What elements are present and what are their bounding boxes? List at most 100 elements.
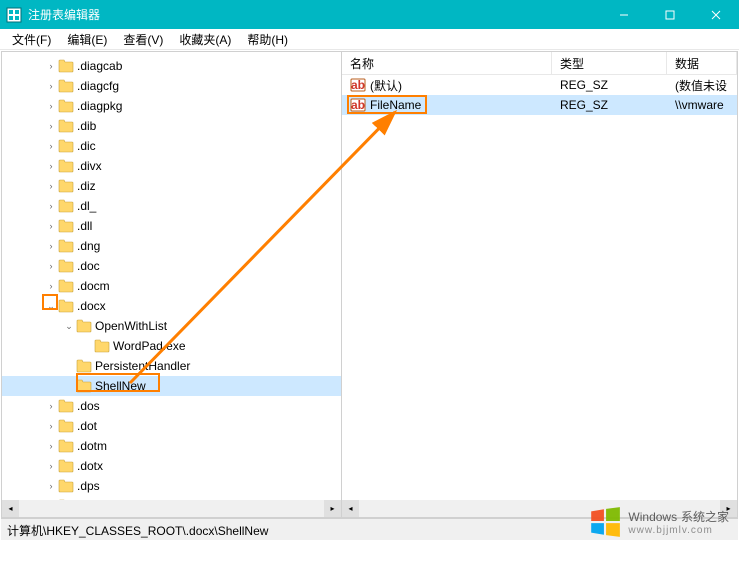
tree-item-label: .dot: [77, 419, 103, 433]
col-header-name[interactable]: 名称: [342, 52, 552, 74]
tree-item-label: .diagcab: [77, 59, 128, 73]
chevron-right-icon[interactable]: ›: [44, 399, 58, 413]
cell-data: \\vmware: [667, 98, 737, 112]
chevron-right-icon[interactable]: ›: [44, 219, 58, 233]
tree-item[interactable]: ShellNew: [2, 376, 341, 396]
list-hscrollbar[interactable]: ◂ ▸: [342, 500, 737, 517]
minimize-button[interactable]: [601, 0, 647, 29]
list-row[interactable]: ab(默认)REG_SZ(数值未设: [342, 75, 737, 95]
tree-item[interactable]: › .diagcfg: [2, 76, 341, 96]
menu-edit[interactable]: 编辑(E): [59, 29, 115, 50]
app-icon: [6, 7, 22, 23]
tree-item[interactable]: › .diagcab: [2, 56, 341, 76]
tree-item-label: .diagcfg: [77, 79, 125, 93]
scroll-right-icon[interactable]: ▸: [720, 500, 737, 517]
menu-view[interactable]: 查看(V): [115, 29, 171, 50]
menu-favorites[interactable]: 收藏夹(A): [171, 29, 239, 50]
status-path: 计算机\HKEY_CLASSES_ROOT\.docx\ShellNew: [7, 524, 268, 538]
chevron-right-icon[interactable]: ›: [44, 139, 58, 153]
chevron-right-icon[interactable]: ›: [44, 259, 58, 273]
tree-item-label: .dos: [77, 399, 106, 413]
tree-item[interactable]: › .dot: [2, 416, 341, 436]
list-panel[interactable]: 名称 类型 数据 ab(默认)REG_SZ(数值未设abFileNameREG_…: [342, 52, 737, 517]
tree-item-label: OpenWithList: [95, 319, 173, 333]
tree-item[interactable]: › .dib: [2, 116, 341, 136]
tree-item-label: PersistentHandler: [95, 359, 196, 373]
chevron-right-icon[interactable]: ›: [44, 99, 58, 113]
cell-name: ab(默认): [342, 77, 552, 94]
tree-item[interactable]: ⌄ .docx: [2, 296, 341, 316]
tree-item-label: .diagpkg: [77, 99, 128, 113]
tree-panel[interactable]: ›.diagcab›.diagcfg›.diagpkg›.dib›.dic›.d…: [2, 52, 342, 517]
tree-item[interactable]: PersistentHandler: [2, 356, 341, 376]
tree-item[interactable]: › .dotx: [2, 456, 341, 476]
svg-text:ab: ab: [351, 78, 365, 92]
tree-item[interactable]: › .dps: [2, 476, 341, 496]
tree-item-label: .docx: [77, 299, 112, 313]
chevron-right-icon[interactable]: ›: [44, 179, 58, 193]
chevron-right-icon[interactable]: ›: [44, 239, 58, 253]
tree-item[interactable]: › .dng: [2, 236, 341, 256]
tree-item[interactable]: ⌄ OpenWithList: [2, 316, 341, 336]
chevron-right-icon[interactable]: ›: [44, 279, 58, 293]
cell-name: abFileName: [342, 97, 552, 113]
tree-item[interactable]: › .diagpkg: [2, 96, 341, 116]
tree-item[interactable]: ›.dll: [2, 216, 341, 236]
tree-item-label: .doc: [77, 259, 106, 273]
col-header-type[interactable]: 类型: [552, 52, 667, 74]
close-button[interactable]: [693, 0, 739, 29]
main-split: ›.diagcab›.diagcfg›.diagpkg›.dib›.dic›.d…: [1, 51, 738, 518]
scroll-left-icon[interactable]: ◂: [2, 500, 19, 517]
tree-item-label: .docm: [77, 279, 116, 293]
window-title: 注册表编辑器: [28, 6, 601, 23]
menu-file[interactable]: 文件(F): [4, 29, 59, 50]
menubar: 文件(F) 编辑(E) 查看(V) 收藏夹(A) 帮助(H): [0, 29, 739, 50]
tree-item-label: .dib: [77, 119, 102, 133]
chevron-right-icon[interactable]: ›: [44, 439, 58, 453]
tree-item-label: .dps: [77, 479, 106, 493]
chevron-right-icon[interactable]: ›: [44, 479, 58, 493]
tree-item-label: WordPad.exe: [113, 339, 192, 353]
menu-help[interactable]: 帮助(H): [239, 29, 296, 50]
chevron-right-icon[interactable]: ›: [44, 459, 58, 473]
tree-item[interactable]: › .docm: [2, 276, 341, 296]
cell-data: (数值未设: [667, 77, 737, 94]
tree-hscrollbar[interactable]: ◂ ▸: [2, 500, 341, 517]
chevron-down-icon[interactable]: ⌄: [44, 299, 58, 313]
expander-empty: [62, 359, 76, 373]
tree-item[interactable]: › .dotm: [2, 436, 341, 456]
chevron-right-icon[interactable]: ›: [44, 199, 58, 213]
scroll-left-icon[interactable]: ◂: [342, 500, 359, 517]
tree-item[interactable]: WordPad.exe: [2, 336, 341, 356]
svg-text:ab: ab: [351, 98, 365, 112]
list-row[interactable]: abFileNameREG_SZ\\vmware: [342, 95, 737, 115]
scroll-right-icon[interactable]: ▸: [324, 500, 341, 517]
expander-empty: [80, 339, 94, 353]
expander-empty: [62, 379, 76, 393]
tree-item-label: ShellNew: [95, 379, 152, 393]
col-header-data[interactable]: 数据: [667, 52, 737, 74]
tree-item[interactable]: ›.dic: [2, 136, 341, 156]
chevron-right-icon[interactable]: ›: [44, 59, 58, 73]
tree-item-label: .dng: [77, 239, 106, 253]
list-header: 名称 类型 数据: [342, 52, 737, 75]
chevron-right-icon[interactable]: ›: [44, 159, 58, 173]
tree-item[interactable]: › .dos: [2, 396, 341, 416]
chevron-right-icon[interactable]: ›: [44, 119, 58, 133]
titlebar: 注册表编辑器: [0, 0, 739, 29]
tree-item-label: .dotx: [77, 459, 109, 473]
maximize-button[interactable]: [647, 0, 693, 29]
cell-type: REG_SZ: [552, 98, 667, 112]
tree-item-label: .dotm: [77, 439, 113, 453]
tree-item[interactable]: › .divx: [2, 156, 341, 176]
tree-item-label: .dl_: [77, 199, 102, 213]
tree-item[interactable]: › .doc: [2, 256, 341, 276]
chevron-down-icon[interactable]: ⌄: [62, 319, 76, 333]
tree-item-label: .divx: [77, 159, 108, 173]
registry-tree: ›.diagcab›.diagcfg›.diagpkg›.dib›.dic›.d…: [2, 52, 341, 517]
list-body: ab(默认)REG_SZ(数值未设abFileNameREG_SZ\\vmwar…: [342, 75, 737, 115]
tree-item[interactable]: › .dl_: [2, 196, 341, 216]
chevron-right-icon[interactable]: ›: [44, 419, 58, 433]
tree-item[interactable]: ›.diz: [2, 176, 341, 196]
chevron-right-icon[interactable]: ›: [44, 79, 58, 93]
